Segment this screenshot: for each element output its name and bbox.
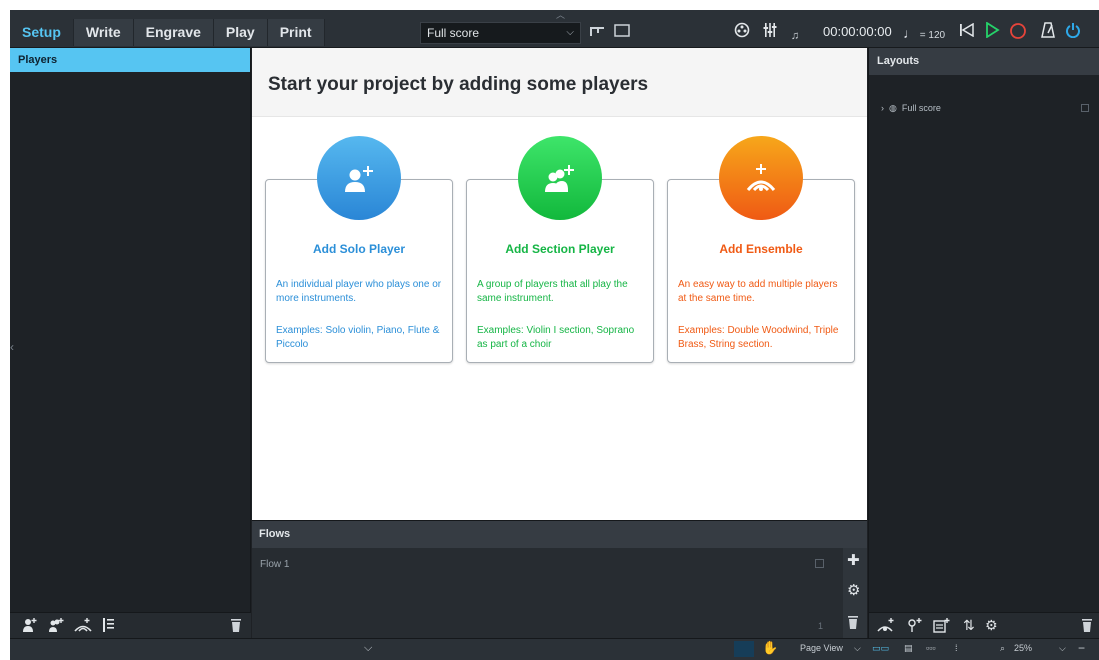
layout-checkbox[interactable] [1081, 104, 1089, 112]
record-icon[interactable] [1008, 22, 1028, 45]
add-flow-icon[interactable]: ✚ [847, 551, 860, 569]
selection-tool-button[interactable] [734, 641, 754, 657]
pages-horizontal-icon[interactable]: ▫▫▫ [926, 643, 936, 653]
zoom-level-select[interactable]: 25% [1014, 643, 1032, 653]
layouts-panel: Layouts › ◍ Full score ⇅ ⚙ [868, 48, 1099, 638]
spreads-icon[interactable]: ▭▭ [872, 643, 889, 654]
chevron-down-icon[interactable]: ⌵ [364, 642, 372, 655]
chevron-down-icon[interactable]: ⌵ [854, 643, 861, 654]
view-type-select[interactable]: Page View [800, 643, 843, 653]
chevron-down-icon[interactable]: ⌵ [1059, 643, 1066, 654]
page-title: Start your project by adding some player… [252, 48, 867, 117]
trash-icon[interactable] [230, 617, 242, 636]
card-examples: Examples: Double Woodwind, Triple Brass,… [678, 325, 839, 350]
card-description: An individual player who plays one or mo… [276, 279, 442, 304]
players-panel-footer [10, 612, 251, 638]
card-title: Add Section Player [505, 242, 615, 256]
play-icon[interactable] [983, 21, 1001, 43]
pages-grid-icon[interactable]: ⁞ [955, 643, 958, 653]
sort-icon[interactable]: ⇅ [963, 617, 975, 634]
video-icon[interactable] [732, 22, 752, 43]
ensemble-icon: ◍ [886, 103, 900, 113]
add-part-layout-icon[interactable] [905, 617, 923, 636]
hand-tool-icon[interactable]: ✋ [762, 640, 778, 656]
trash-icon[interactable] [1081, 617, 1093, 636]
add-section-player-icon[interactable] [48, 617, 64, 636]
tab-play[interactable]: Play [213, 19, 268, 46]
time-display: 00:00:00:00 [823, 24, 892, 39]
layout-select[interactable]: Full score ⌵ [420, 22, 581, 44]
gear-icon[interactable]: ⚙ [847, 581, 860, 599]
tempo-display: ♩ = 120 [903, 23, 945, 43]
add-solo-player-icon[interactable] [22, 617, 38, 636]
top-toolbar: ︿ Setup Write Engrave Play Print Full sc… [10, 10, 1099, 48]
flows-panel-title: Flows [252, 521, 867, 548]
add-section-player-icon[interactable] [518, 136, 602, 220]
card-examples: Examples: Solo violin, Piano, Flute & Pi… [276, 325, 440, 350]
collapse-toolbar-icon[interactable]: ︿ [556, 10, 565, 21]
gear-icon[interactable]: ⚙ [985, 617, 998, 634]
layout-item-label: Full score [901, 103, 941, 113]
add-custom-layout-icon[interactable] [933, 617, 951, 636]
note-icon: ♩ [903, 25, 917, 41]
card-title: Add Ensemble [719, 242, 803, 256]
chevron-down-icon: ⌵ [566, 27, 574, 38]
card-title: Add Solo Player [312, 242, 406, 256]
flows-panel: Flows Flow 1 1 ✚ ⚙ [252, 520, 867, 639]
layouts-panel-title: Layouts [869, 48, 1099, 75]
metronome-icon[interactable] [1039, 22, 1057, 43]
layout-item-full-score[interactable]: › ◍ Full score [881, 103, 941, 114]
layout-select-value: Full score [427, 26, 480, 40]
mixer-icon[interactable] [760, 22, 780, 43]
tab-setup[interactable]: Setup [10, 19, 74, 46]
add-solo-player-icon[interactable] [317, 136, 401, 220]
flow-checkbox[interactable] [815, 559, 824, 568]
status-bar: ⌵ ✋ Page View ⌵ ▭▭ ▤ ▫▫▫ ⁞ ⌕ 25% ⌵ − [10, 638, 1099, 660]
rewind-icon[interactable] [958, 22, 976, 42]
add-ensemble-icon[interactable] [74, 617, 92, 636]
chevron-right-icon[interactable]: › [881, 103, 884, 113]
tab-engrave[interactable]: Engrave [133, 19, 214, 46]
pages-vertical-icon[interactable]: ▤ [904, 643, 913, 654]
layouts-panel-footer: ⇅ ⚙ [869, 612, 1099, 638]
tab-print[interactable]: Print [267, 19, 325, 46]
add-ensemble-icon[interactable] [719, 136, 803, 220]
mode-tabs: Setup Write Engrave Play Print [10, 19, 325, 46]
dorico-window: ︿ Setup Write Engrave Play Print Full sc… [10, 10, 1099, 660]
galley-view-icon[interactable] [588, 22, 606, 42]
start-project-area: Start your project by adding some player… [252, 48, 867, 520]
midi-icon[interactable]: ♫ [787, 26, 803, 46]
flow-count: 1 [818, 621, 824, 631]
trash-icon[interactable] [847, 614, 859, 634]
tab-write[interactable]: Write [73, 19, 134, 46]
card-description: A group of players that all play the sam… [477, 279, 628, 304]
players-panel-title: Players [10, 48, 250, 72]
flow-item[interactable]: Flow 1 [260, 559, 289, 570]
players-panel: Players [10, 48, 251, 638]
flows-sidebar: ✚ ⚙ [843, 548, 867, 639]
tempo-value: = 120 [919, 30, 946, 41]
zoom-out-icon[interactable]: − [1078, 641, 1085, 655]
card-examples: Examples: Violin I section, Soprano as p… [477, 325, 635, 350]
instrument-list-icon[interactable] [102, 617, 116, 636]
power-icon[interactable] [1064, 22, 1082, 43]
zoom-icon: ⌕ [1000, 643, 1006, 653]
collapse-left-panel-icon[interactable]: ‹ [10, 340, 14, 354]
page-view-icon[interactable] [613, 22, 631, 42]
card-description: An easy way to add multiple players at t… [678, 279, 838, 304]
add-score-layout-icon[interactable] [877, 617, 895, 636]
